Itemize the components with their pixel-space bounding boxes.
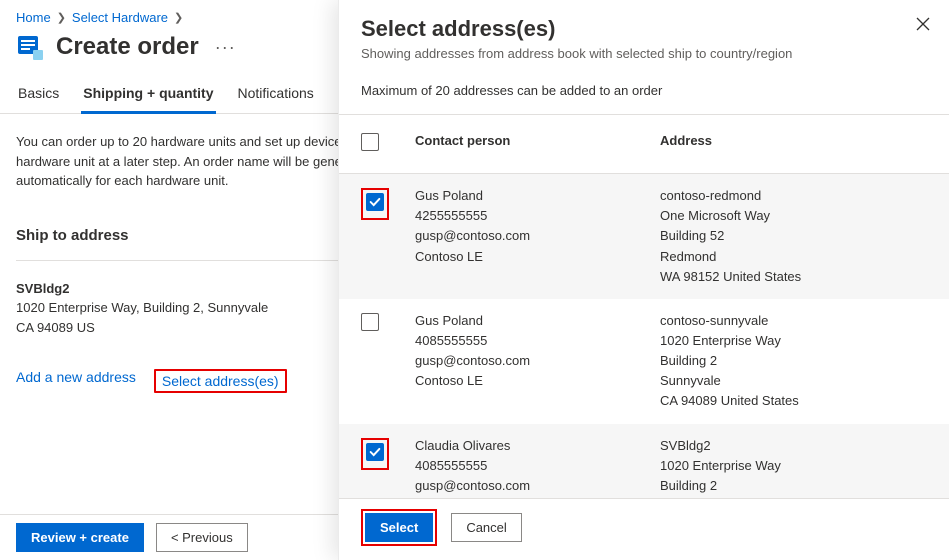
table-row: Gus Poland 4085555555 gusp@contoso.com C… xyxy=(339,299,949,424)
contact-email: gusp@contoso.com xyxy=(415,351,660,371)
contact-name: Claudia Olivares xyxy=(415,436,660,456)
row-checkbox[interactable] xyxy=(366,443,384,461)
previous-button[interactable]: < Previous xyxy=(156,523,248,552)
review-create-button[interactable]: Review + create xyxy=(16,523,144,552)
col-header-address: Address xyxy=(660,131,927,151)
table-row: Claudia Olivares 4085555555 gusp@contoso… xyxy=(339,424,949,498)
addr-line: Building 52 xyxy=(660,226,927,246)
addr-line: 1020 Enterprise Way xyxy=(660,331,927,351)
chevron-right-icon: ❯ xyxy=(57,11,66,24)
col-header-contact: Contact person xyxy=(415,131,660,151)
close-icon[interactable] xyxy=(915,16,933,34)
addr-line: Building 2 xyxy=(660,351,927,371)
addr-line: CA 94089 United States xyxy=(660,391,927,411)
address-table: Contact person Address Gus Poland 425555… xyxy=(339,114,949,498)
panel-header: Select address(es) Showing addresses fro… xyxy=(339,0,949,71)
order-icon xyxy=(16,33,44,61)
panel-footer: Select Cancel xyxy=(339,498,949,560)
select-addresses-panel: Select address(es) Showing addresses fro… xyxy=(338,0,949,560)
panel-note: Maximum of 20 addresses can be added to … xyxy=(339,71,949,114)
chevron-right-icon: ❯ xyxy=(174,11,183,24)
address-cell: SVBldg2 1020 Enterprise Way Building 2 S… xyxy=(660,436,927,498)
addr-line: 1020 Enterprise Way xyxy=(660,456,927,476)
table-header: Contact person Address xyxy=(339,114,949,174)
tab-basics[interactable]: Basics xyxy=(16,79,61,113)
more-icon[interactable]: ··· xyxy=(211,37,236,58)
tab-shipping-quantity[interactable]: Shipping + quantity xyxy=(81,79,215,114)
tab-notifications[interactable]: Notifications xyxy=(236,79,316,113)
addr-line: WA 98152 United States xyxy=(660,267,927,287)
contact-org: Contoso LE xyxy=(415,371,660,391)
highlight-select-addresses: Select address(es) xyxy=(154,369,287,393)
contact-email: gusp@contoso.com xyxy=(415,476,660,496)
contact-phone: 4085555555 xyxy=(415,456,660,476)
select-button[interactable]: Select xyxy=(365,513,433,542)
panel-title: Select address(es) xyxy=(361,16,927,42)
addr-line: contoso-redmond xyxy=(660,186,927,206)
addr-line: Redmond xyxy=(660,247,927,267)
address-cell: contoso-redmond One Microsoft Way Buildi… xyxy=(660,186,927,287)
contact-email: gusp@contoso.com xyxy=(415,226,660,246)
highlight-checkbox-row0 xyxy=(361,188,389,220)
contact-cell: Claudia Olivares 4085555555 gusp@contoso… xyxy=(415,436,660,498)
add-new-address-link[interactable]: Add a new address xyxy=(16,369,136,393)
page-title: Create order xyxy=(56,33,199,61)
contact-phone: 4085555555 xyxy=(415,331,660,351)
row-checkbox[interactable] xyxy=(361,313,379,331)
addr-line: Building 2 xyxy=(660,476,927,496)
panel-subtitle: Showing addresses from address book with… xyxy=(361,46,927,61)
table-row: Gus Poland 4255555555 gusp@contoso.com C… xyxy=(339,174,949,299)
highlight-checkbox-row2 xyxy=(361,438,389,470)
select-all-checkbox[interactable] xyxy=(361,133,379,151)
contact-phone: 4255555555 xyxy=(415,206,660,226)
addr-line: SVBldg2 xyxy=(660,436,927,456)
breadcrumb-select-hardware[interactable]: Select Hardware xyxy=(72,10,168,25)
contact-name: Gus Poland xyxy=(415,186,660,206)
contact-cell: Gus Poland 4085555555 gusp@contoso.com C… xyxy=(415,311,660,392)
addr-line: Sunnyvale xyxy=(660,371,927,391)
contact-org: Contoso LE xyxy=(415,247,660,267)
contact-name: Gus Poland xyxy=(415,311,660,331)
row-checkbox[interactable] xyxy=(366,193,384,211)
contact-cell: Gus Poland 4255555555 gusp@contoso.com C… xyxy=(415,186,660,267)
address-cell: contoso-sunnyvale 1020 Enterprise Way Bu… xyxy=(660,311,927,412)
cancel-button[interactable]: Cancel xyxy=(451,513,521,542)
highlight-select-button: Select xyxy=(361,509,437,546)
addr-line: One Microsoft Way xyxy=(660,206,927,226)
addr-line: contoso-sunnyvale xyxy=(660,311,927,331)
select-addresses-link[interactable]: Select address(es) xyxy=(162,373,279,389)
breadcrumb-home[interactable]: Home xyxy=(16,10,51,25)
